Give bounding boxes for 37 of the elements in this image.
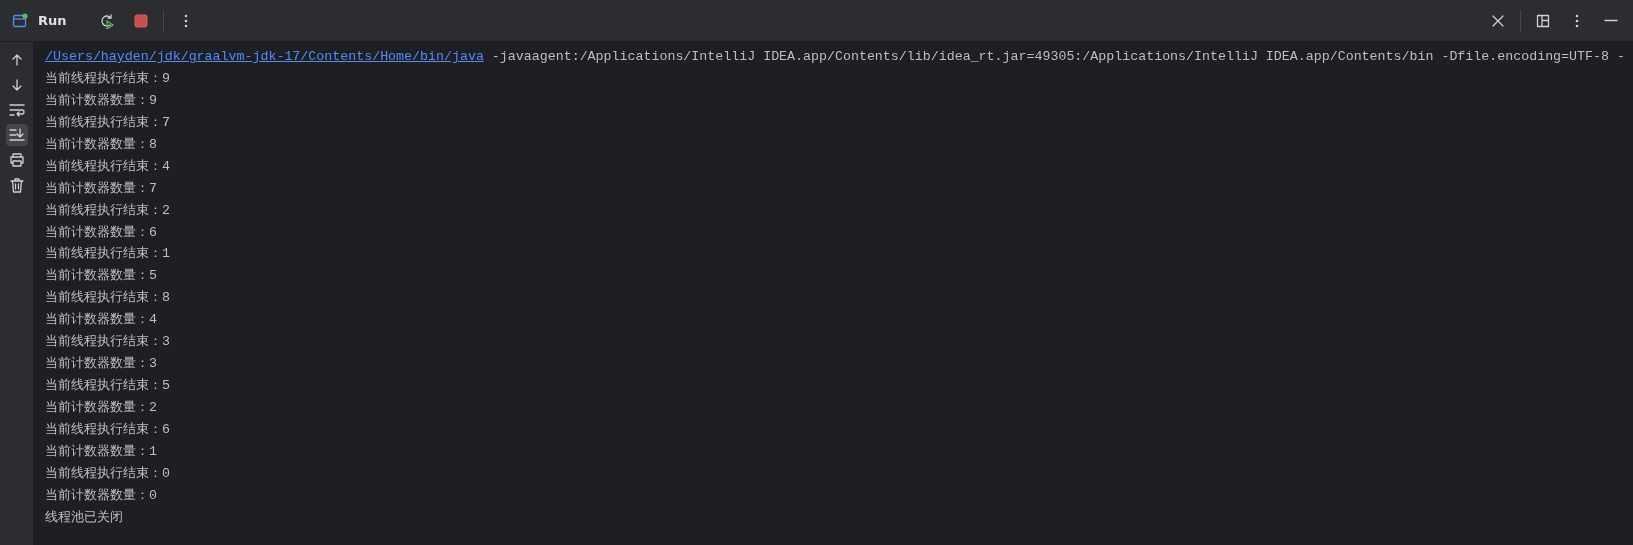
layout-icon — [1536, 13, 1550, 28]
console-output-line: 当前计数器数量：8 — [45, 136, 157, 152]
console-output-line: 当前线程执行结束：0 — [45, 465, 170, 481]
console-output-line: 当前计数器数量：0 — [45, 487, 157, 503]
rerun-icon — [98, 12, 115, 29]
minimize-icon — [1604, 19, 1618, 22]
console-output-line: 当前计数器数量：1 — [45, 443, 157, 459]
more-icon — [1575, 13, 1579, 28]
tool-window-title: Run — [38, 13, 67, 28]
command-arguments: -javaagent:/Applications/IntelliJ IDEA.app/Contents/lib/idea_rt.jar=49305:/Applications/IntelliJ IDEA.app/Contents/bin -Dfile.encoding=UTF-8 - — [491, 49, 1625, 64]
console-output-line: 线程池已关闭 — [45, 509, 123, 525]
soft-wrap-icon — [8, 103, 25, 117]
console-output-line: 当前线程执行结束：1 — [45, 246, 170, 262]
console-output-line: 当前计数器数量：4 — [45, 312, 157, 328]
stop-icon — [133, 13, 148, 28]
console-output-line: 当前线程执行结束：3 — [45, 334, 170, 350]
console-output-line: 当前线程执行结束：4 — [45, 158, 170, 174]
console-output-line: 当前线程执行结束：2 — [45, 202, 170, 218]
console-output-line: 当前计数器数量：2 — [45, 400, 157, 415]
more-icon — [183, 13, 188, 28]
console-output-line: 当前计数器数量：3 — [45, 356, 157, 372]
close-icon — [1491, 13, 1505, 28]
console-tool-button[interactable] — [5, 124, 28, 146]
console-output-line: 当前线程执行结束：6 — [45, 421, 170, 437]
print-icon — [8, 153, 25, 167]
trash-icon — [9, 177, 24, 193]
console-output-line: 当前计数器数量：5 — [45, 268, 157, 284]
console-output-line: 当前计数器数量：9 — [45, 92, 157, 108]
console-output-line: 当前线程执行结束：5 — [45, 378, 170, 394]
java-path-link[interactable]: /Users/hayden/jdk/graalvm-jdk-17/Contents/Home/bin/java — [45, 49, 484, 64]
console-output-line: 当前线程执行结束：7 — [45, 114, 170, 130]
run-window-icon — [12, 12, 28, 29]
scroll-to-end-icon — [8, 128, 25, 142]
console-output-line: 当前线程执行结束：9 — [45, 70, 170, 86]
console-output-line: 当前线程执行结束：8 — [45, 290, 170, 306]
console-output-line: 当前计数器数量：6 — [45, 224, 157, 240]
console-output-line: 当前计数器数量：7 — [45, 180, 157, 196]
